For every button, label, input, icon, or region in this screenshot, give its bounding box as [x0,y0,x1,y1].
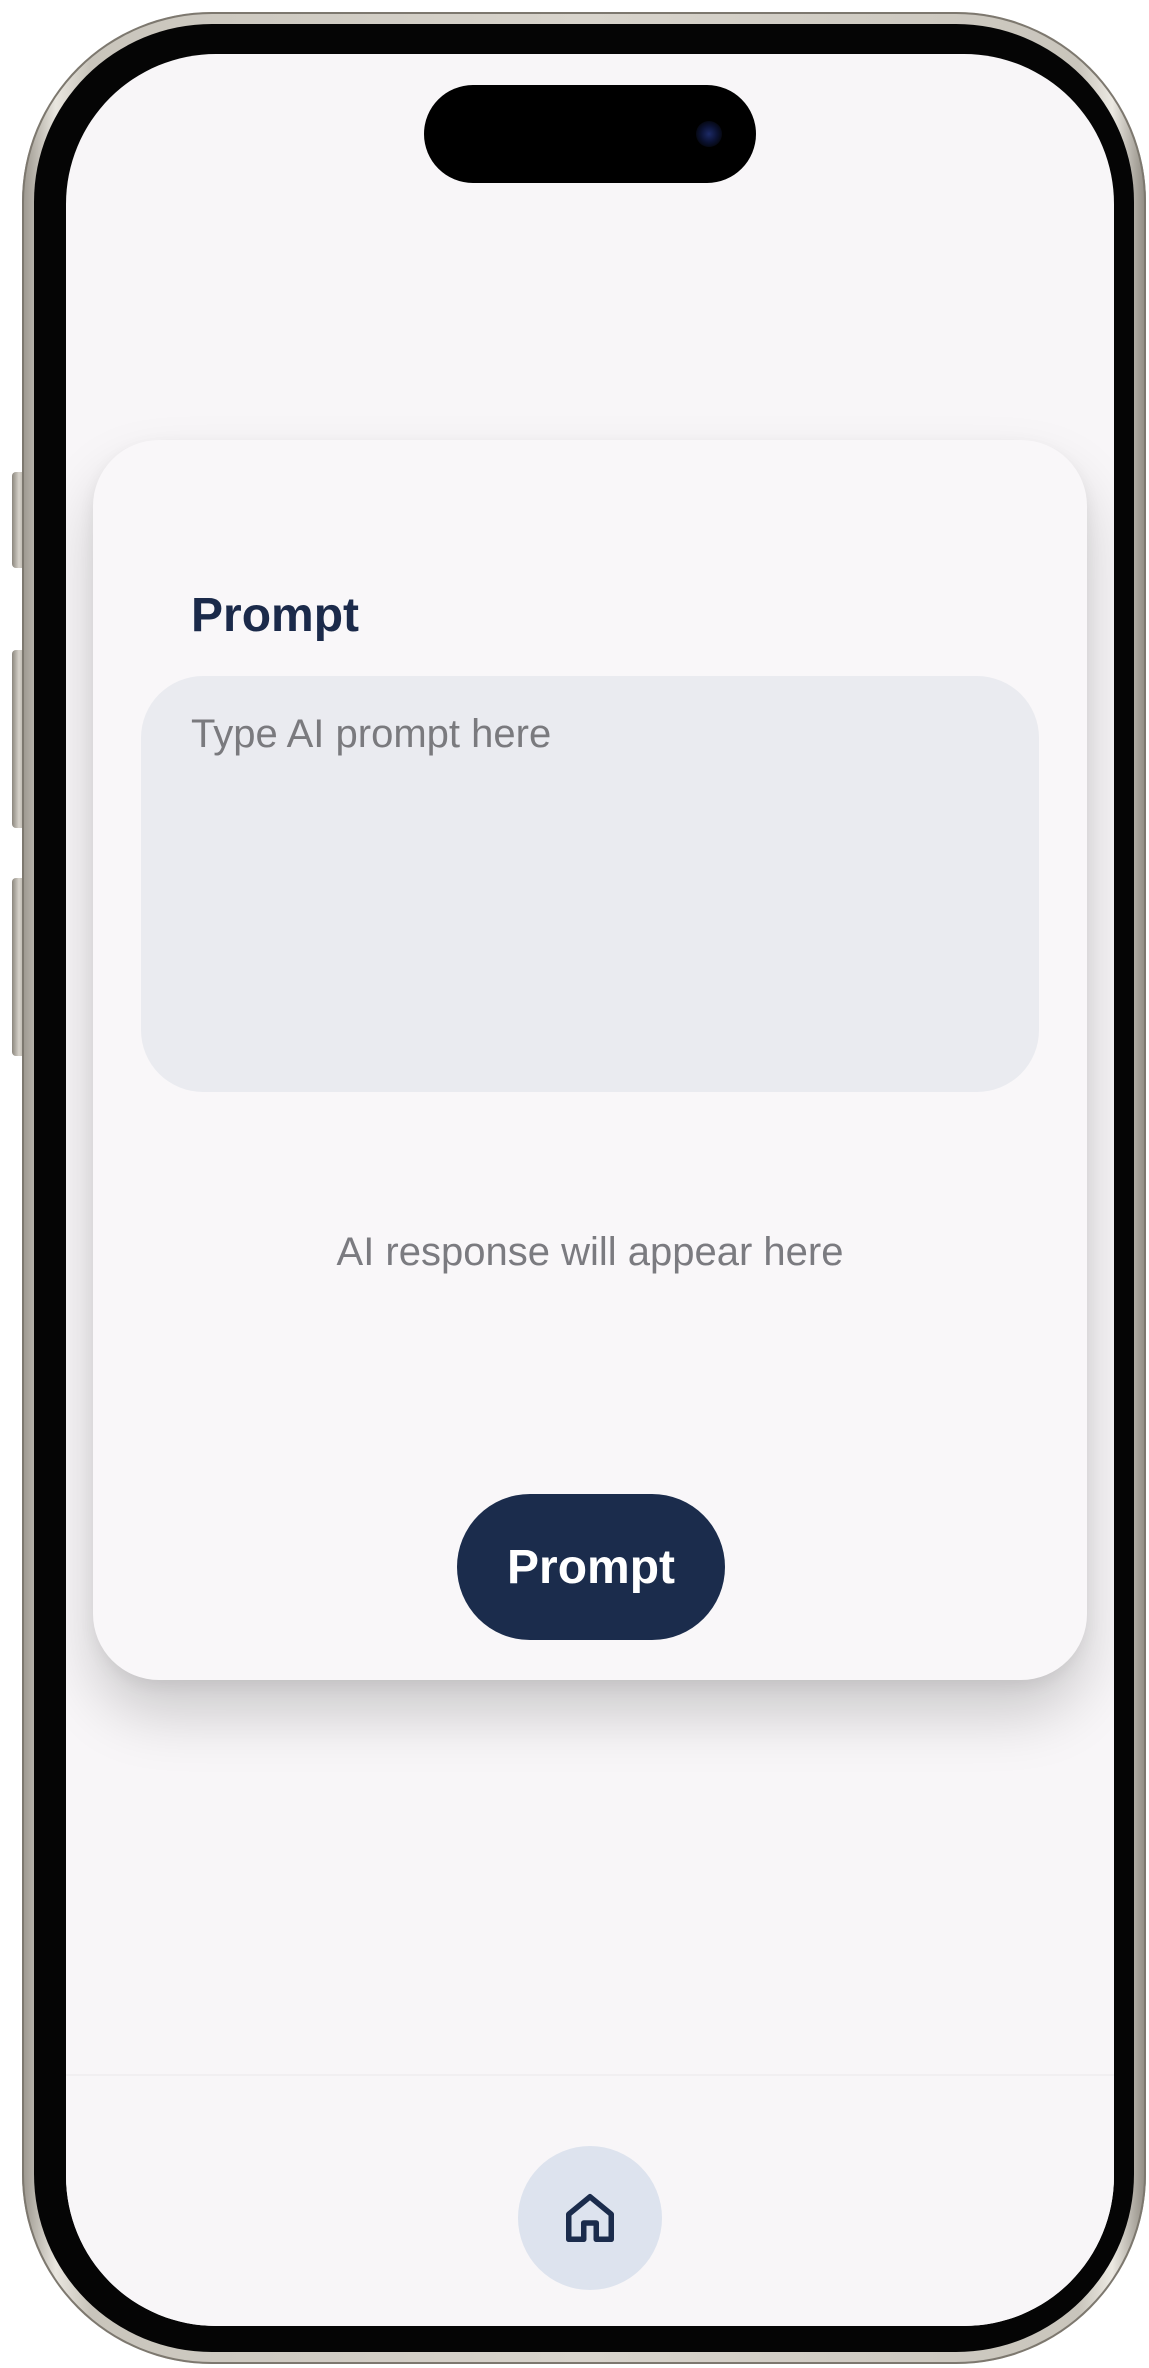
prompt-card: Prompt AI response will appear here Prom… [93,440,1087,1680]
front-camera [696,121,722,147]
home-nav-button[interactable] [518,2146,662,2290]
device-stage: Prompt AI response will appear here Prom… [0,0,1149,2368]
home-icon [566,2194,614,2242]
prompt-title: Prompt [191,589,359,642]
prompt-input[interactable] [141,676,1039,1092]
ai-response-text: AI response will appear here [336,1230,844,1274]
phone-screen: Prompt AI response will appear here Prom… [66,54,1114,2326]
bottom-navigation [66,2074,1114,2326]
prompt-submit-button[interactable]: Prompt [457,1494,725,1640]
dynamic-island [424,85,756,183]
